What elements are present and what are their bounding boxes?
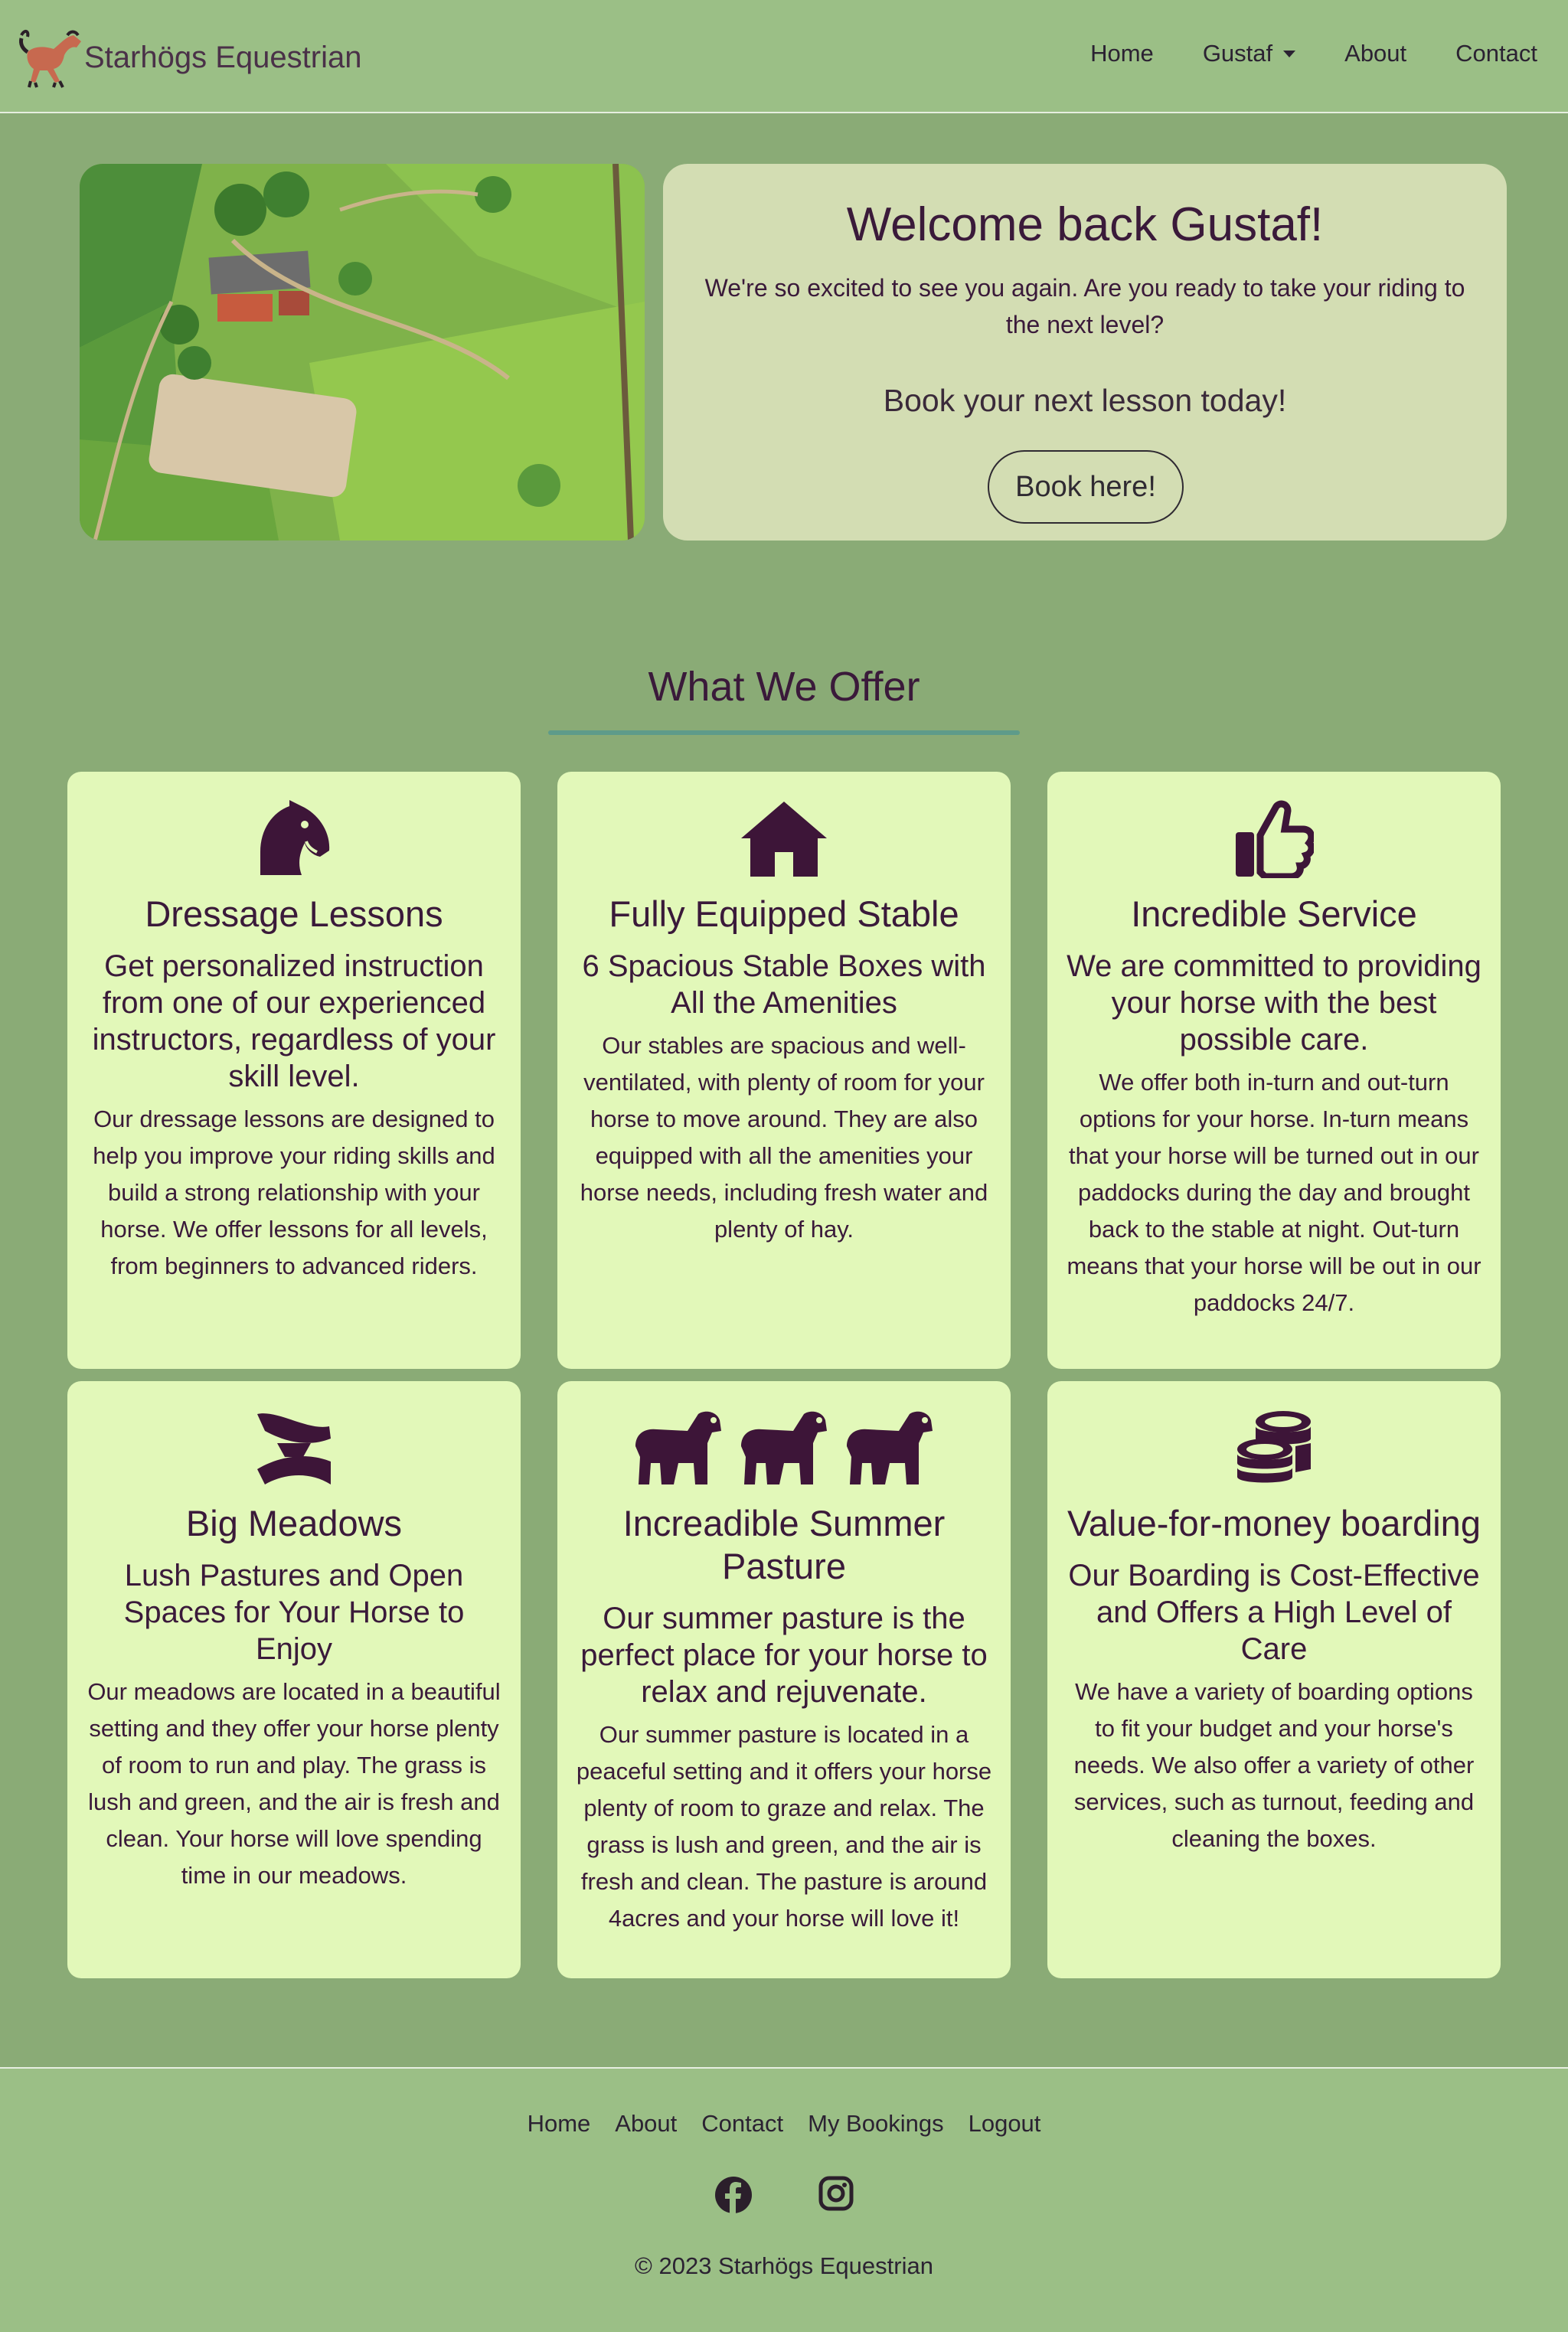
horse-icon <box>635 1411 721 1484</box>
card-title: Value-for-money boarding <box>1067 1503 1481 1543</box>
card-text: Our summer pasture is located in a peace… <box>576 1721 992 1932</box>
navbar: Starhögs Equestrian Home Gustaf About Co… <box>0 0 1568 113</box>
brand-link[interactable]: Starhögs Equestrian <box>17 26 361 89</box>
offer-card-dressage: Dressage Lessons Get personalized instru… <box>67 772 521 1369</box>
copyright: © 2023 Starhögs Equestrian <box>635 2252 933 2279</box>
nav-menu: Home Gustaf About Contact <box>1041 40 1537 67</box>
aerial-farm-image <box>80 164 645 541</box>
offer-card-boarding: Value-for-money boarding Our Boarding is… <box>1047 1381 1501 1978</box>
footer-link-my-bookings[interactable]: My Bookings <box>808 2110 943 2138</box>
welcome-title: Welcome back Gustaf! <box>846 198 1324 251</box>
card-subtitle: Lush Pastures and Open Spaces for Your H… <box>123 1559 465 1666</box>
welcome-card: Welcome back Gustaf! We're so excited to… <box>663 164 1507 541</box>
hero-image <box>80 164 645 541</box>
horse-icon <box>847 1411 933 1484</box>
card-text: We offer both in-turn and out-turn optio… <box>1067 1069 1481 1316</box>
footer-link-home[interactable]: Home <box>528 2110 591 2138</box>
card-subtitle: 6 Spacious Stable Boxes with All the Ame… <box>582 949 986 1020</box>
nav-contact[interactable]: Contact <box>1455 40 1537 67</box>
card-title: Fully Equipped Stable <box>609 893 959 934</box>
card-title: Dressage Lessons <box>145 893 443 934</box>
footer-link-contact[interactable]: Contact <box>701 2110 783 2138</box>
offer-card-stable: Fully Equipped Stable 6 Spacious Stable … <box>557 772 1011 1369</box>
confluence-icon <box>257 1413 331 1484</box>
thumbs-up-icon <box>1236 800 1314 878</box>
horse-icon <box>741 1411 827 1484</box>
card-title: Incredible Service <box>1131 893 1417 934</box>
footer-link-logout[interactable]: Logout <box>969 2110 1041 2138</box>
welcome-text: We're so excited to see you again. Are y… <box>704 274 1465 338</box>
card-text: Our dressage lessons are designed to hel… <box>93 1106 495 1279</box>
footer: Home About Contact My Bookings Logout © … <box>0 2067 1568 2332</box>
nav-user-dropdown[interactable]: Gustaf <box>1202 40 1296 67</box>
nav-home[interactable]: Home <box>1090 40 1154 67</box>
social-links <box>0 2176 1568 2214</box>
section-title: What We Offer <box>648 664 920 710</box>
card-subtitle: We are committed to providing your horse… <box>1067 949 1481 1057</box>
caret-down-icon <box>1283 50 1296 57</box>
card-title: Increadible Summer Pasture <box>622 1503 946 1586</box>
offer-card-meadows: Big Meadows Lush Pastures and Open Space… <box>67 1381 521 1978</box>
card-subtitle: Our summer pasture is the perfect place … <box>580 1602 988 1709</box>
card-text: We have a variety of boarding options to… <box>1073 1678 1475 1852</box>
book-button[interactable]: Book here! <box>988 450 1184 524</box>
coins-icon <box>1237 1411 1311 1483</box>
chess-knight-icon <box>260 800 330 875</box>
card-title: Big Meadows <box>185 1503 403 1543</box>
welcome-cta: Book your next lesson today! <box>883 383 1287 418</box>
horse-logo-icon <box>19 30 82 88</box>
house-icon <box>741 802 827 877</box>
instagram-icon[interactable] <box>818 2176 854 2211</box>
card-subtitle: Get personalized instruction from one of… <box>92 949 496 1093</box>
brand-name: Starhögs Equestrian <box>84 40 362 74</box>
footer-nav: Home About Contact My Bookings Logout <box>0 2110 1568 2138</box>
card-text: Our stables are spacious and well-ventil… <box>580 1032 988 1243</box>
section-divider <box>548 730 1020 735</box>
card-subtitle: Our Boarding is Cost-Effective and Offer… <box>1068 1559 1480 1666</box>
offer-card-pasture: Increadible Summer Pasture Our summer pa… <box>557 1381 1011 1978</box>
footer-link-about[interactable]: About <box>615 2110 677 2138</box>
offer-card-service: Incredible Service We are committed to p… <box>1047 772 1501 1369</box>
card-text: Our meadows are located in a beautiful s… <box>87 1678 501 1889</box>
nav-user-label: Gustaf <box>1202 40 1273 67</box>
nav-about[interactable]: About <box>1344 40 1406 67</box>
facebook-icon[interactable] <box>714 2176 753 2214</box>
